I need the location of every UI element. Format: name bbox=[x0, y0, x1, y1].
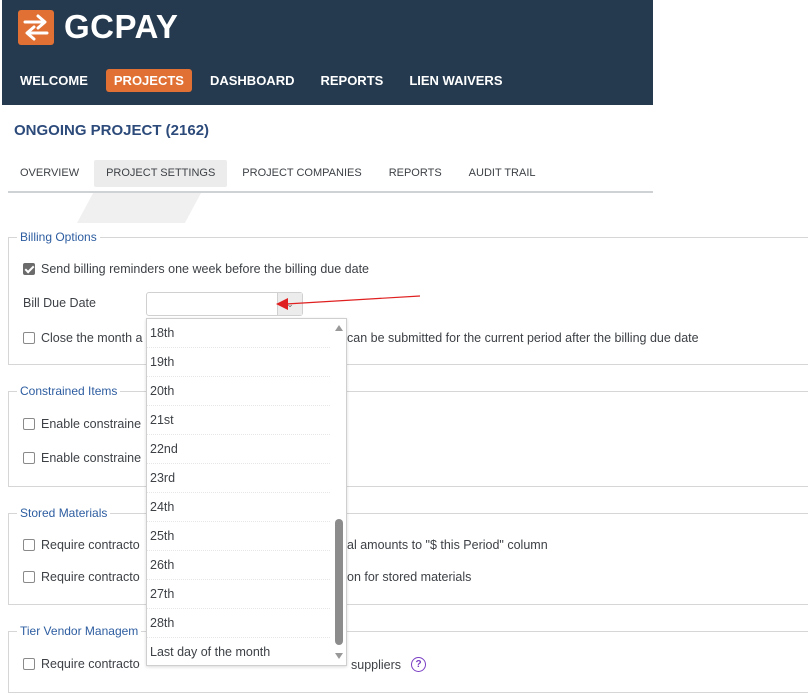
stored-option-1-label-end: al amounts to "$ this Period" column bbox=[347, 538, 548, 552]
stored-option-2-checkbox[interactable] bbox=[23, 571, 35, 583]
dropdown-option[interactable]: 24th bbox=[147, 493, 330, 522]
tab-reports[interactable]: REPORTS bbox=[377, 160, 454, 187]
dropdown-option[interactable]: 23rd bbox=[147, 464, 330, 493]
stored-materials-legend: Stored Materials bbox=[20, 506, 108, 520]
dropdown-option[interactable]: 25th bbox=[147, 522, 330, 551]
dropdown-option[interactable]: 20th bbox=[147, 377, 330, 406]
app-header: GCPAY WELCOME PROJECTS DASHBOARD REPORTS… bbox=[2, 0, 653, 105]
page-title: ONGOING PROJECT (2162) bbox=[14, 122, 210, 139]
constrained-option-1-checkbox[interactable] bbox=[23, 418, 35, 430]
close-month-label-end: can be submitted for the current period … bbox=[347, 331, 699, 345]
stored-option-2-label-end: on for stored materials bbox=[347, 570, 472, 584]
nav-projects[interactable]: PROJECTS bbox=[105, 69, 192, 92]
constrained-option-1-label: Enable constraine bbox=[41, 417, 142, 431]
stored-option-1-row-end: al amounts to "$ this Period" column bbox=[347, 538, 548, 552]
dropdown-option[interactable]: Last day of the month bbox=[147, 638, 330, 665]
tier-vendor-legend: Tier Vendor Managem bbox=[20, 624, 139, 638]
scrollbar-thumb[interactable] bbox=[335, 519, 343, 645]
close-month-row: Close the month a bbox=[23, 331, 142, 345]
constrained-option-2-label: Enable constraine bbox=[41, 451, 142, 465]
logo[interactable]: GCPAY bbox=[18, 8, 178, 46]
nav-lien-waivers[interactable]: LIEN WAIVERS bbox=[401, 69, 510, 92]
tier-vendor-label-end: suppliers bbox=[351, 657, 402, 672]
nav-welcome[interactable]: WELCOME bbox=[12, 69, 96, 92]
stored-option-1-checkbox[interactable] bbox=[23, 539, 35, 551]
constrained-option-2-row: Enable constraine bbox=[23, 451, 141, 465]
tier-vendor-label-start: Require contracto bbox=[41, 657, 140, 671]
nav-reports[interactable]: REPORTS bbox=[312, 69, 391, 92]
main-nav: WELCOME PROJECTS DASHBOARD REPORTS LIEN … bbox=[12, 69, 521, 92]
close-month-row-end: can be submitted for the current period … bbox=[347, 331, 699, 345]
bill-due-date-label: Bill Due Date bbox=[23, 296, 96, 310]
tab-project-companies[interactable]: PROJECT COMPANIES bbox=[230, 160, 373, 187]
constrained-items-section: Constrained Items bbox=[8, 384, 808, 487]
dropdown-scrollbar[interactable] bbox=[332, 319, 346, 665]
scroll-down-arrow-icon[interactable] bbox=[335, 653, 343, 659]
stored-option-1-label-start: Require contracto bbox=[41, 538, 140, 552]
send-reminders-row: Send billing reminders one week before t… bbox=[23, 262, 369, 276]
constrained-option-2-checkbox[interactable] bbox=[23, 452, 35, 464]
stored-option-2-label-start: Require contracto bbox=[41, 570, 140, 584]
tab-project-settings[interactable]: PROJECT SETTINGS bbox=[94, 160, 228, 187]
help-icon[interactable]: ? bbox=[411, 657, 427, 672]
exchange-arrows-icon bbox=[18, 9, 54, 45]
tab-audit-trail[interactable]: AUDIT TRAIL bbox=[457, 160, 548, 187]
dropdown-option[interactable]: 22nd bbox=[147, 435, 330, 464]
close-month-checkbox[interactable] bbox=[23, 332, 35, 344]
send-reminders-checkbox[interactable] bbox=[23, 263, 35, 275]
bill-due-date-options: 18th 19th 20th 21st 22nd 23rd 24th 25th 26th 27th… bbox=[146, 318, 347, 666]
bill-due-date-row: Bill Due Date bbox=[23, 296, 96, 310]
project-tabs: OVERVIEW PROJECT SETTINGS PROJECT COMPAN… bbox=[8, 160, 653, 193]
close-month-label-start: Close the month a bbox=[41, 331, 143, 345]
tab-overview[interactable]: OVERVIEW bbox=[8, 160, 91, 187]
tier-vendor-checkbox[interactable] bbox=[23, 658, 35, 670]
billing-options-legend: Billing Options bbox=[20, 230, 97, 244]
dropdown-option[interactable]: 26th bbox=[147, 551, 330, 580]
stored-option-2-row: Require contracto bbox=[23, 570, 140, 584]
annotation-arrow-icon bbox=[276, 295, 421, 310]
dropdown-option[interactable]: 21st bbox=[147, 406, 330, 435]
dropdown-option[interactable]: 19th bbox=[147, 348, 330, 377]
tier-vendor-option-row-end: suppliers ? bbox=[351, 657, 427, 672]
dropdown-option[interactable]: 18th bbox=[147, 319, 330, 348]
stored-materials-section: Stored Materials bbox=[8, 506, 808, 605]
constrained-items-legend: Constrained Items bbox=[20, 384, 118, 398]
send-reminders-label: Send billing reminders one week before t… bbox=[41, 262, 369, 276]
stored-option-2-row-end: on for stored materials bbox=[347, 570, 471, 584]
tab-shadow-decoration bbox=[77, 193, 201, 223]
constrained-option-1-row: Enable constraine bbox=[23, 417, 141, 431]
scroll-up-arrow-icon[interactable] bbox=[335, 325, 343, 331]
nav-dashboard[interactable]: DASHBOARD bbox=[202, 69, 303, 92]
dropdown-option[interactable]: 27th bbox=[147, 580, 330, 609]
stored-option-1-row: Require contracto bbox=[23, 538, 140, 552]
logo-text: GCPAY bbox=[64, 8, 179, 45]
dropdown-option[interactable]: 28th bbox=[147, 609, 330, 638]
tier-vendor-option-row: Require contracto bbox=[23, 657, 140, 671]
